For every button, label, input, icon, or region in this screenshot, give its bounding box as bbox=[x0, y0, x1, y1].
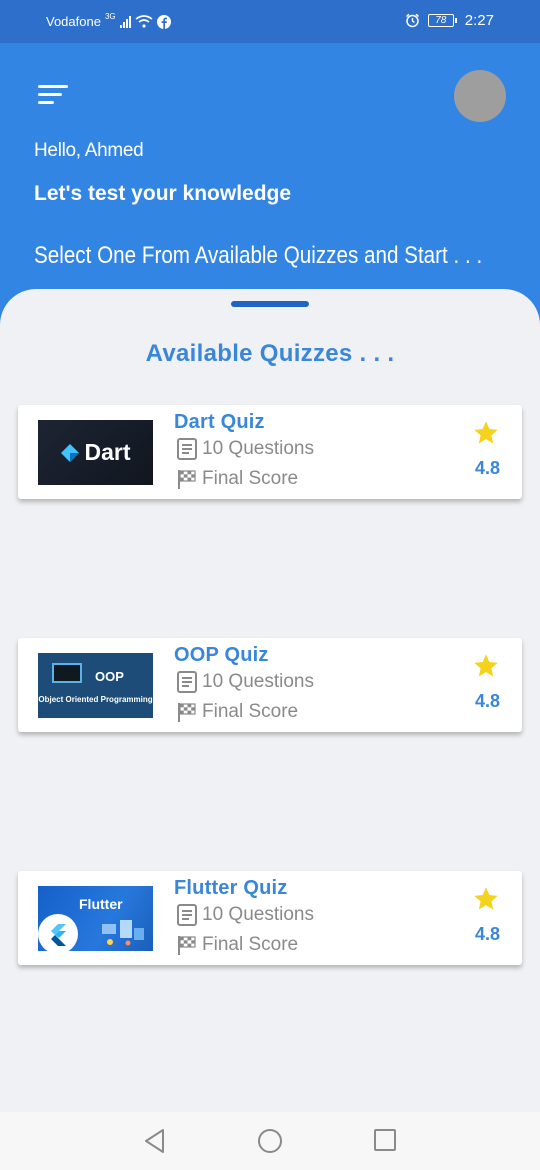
questions-count: 10 Questions bbox=[202, 671, 314, 692]
questions-count: 10 Questions bbox=[202, 438, 314, 459]
oop-thumb-label: OOP bbox=[95, 669, 124, 684]
questions-count: 10 Questions bbox=[202, 904, 314, 925]
carrier-info: Vodafone 3G bbox=[46, 12, 171, 29]
questions-row: 10 Questions bbox=[176, 437, 314, 461]
score-label: Final Score bbox=[202, 468, 299, 489]
checkered-flag-icon bbox=[178, 470, 196, 489]
rating-value: 4.8 bbox=[474, 924, 500, 944]
wifi-icon bbox=[135, 15, 153, 28]
alarm-icon bbox=[405, 13, 419, 28]
quiz-card-flutter[interactable]: Flutter Flutter Quiz 10 Questions Final … bbox=[18, 871, 522, 965]
flutter-thumbnail: Flutter bbox=[38, 886, 153, 951]
score-label: Final Score bbox=[202, 934, 299, 955]
star-icon bbox=[474, 887, 498, 910]
menu-icon[interactable] bbox=[38, 85, 68, 107]
network-type: 3G bbox=[104, 12, 116, 21]
dart-logo-icon bbox=[61, 443, 80, 462]
score-row: Final Score bbox=[176, 934, 298, 956]
carrier-name: Vodafone bbox=[46, 14, 101, 29]
quiz-title: OOP Quiz bbox=[174, 644, 269, 666]
monitor-icon bbox=[52, 663, 82, 683]
star-icon bbox=[474, 421, 498, 444]
battery-level: 78 bbox=[427, 14, 454, 27]
score-label: Final Score bbox=[202, 701, 299, 722]
document-icon bbox=[177, 671, 197, 693]
document-icon bbox=[177, 904, 197, 926]
facebook-icon bbox=[156, 14, 171, 29]
illustration-icon bbox=[102, 920, 144, 946]
oop-thumb-sublabel: Object Oriented Programming bbox=[38, 695, 153, 704]
status-right: 78 2:27 bbox=[405, 12, 494, 29]
quiz-sheet: Available Quizzes . . . Dart Dart Quiz 1… bbox=[0, 289, 540, 1112]
system-nav-bar bbox=[0, 1112, 540, 1170]
quiz-card-dart[interactable]: Dart Dart Quiz 10 Questions Final Score … bbox=[18, 405, 522, 499]
document-icon bbox=[177, 438, 197, 460]
quiz-title: Flutter Quiz bbox=[174, 877, 288, 899]
dart-thumb-label: Dart bbox=[84, 439, 131, 465]
questions-row: 10 Questions bbox=[176, 903, 314, 927]
rating-value: 4.8 bbox=[474, 691, 500, 711]
back-icon[interactable] bbox=[143, 1128, 167, 1154]
signal-icon bbox=[119, 15, 131, 28]
status-bar: Vodafone 3G 78 2:27 bbox=[0, 0, 540, 43]
subline-text: Select One From Available Quizzes and St… bbox=[34, 242, 483, 269]
questions-row: 10 Questions bbox=[176, 670, 314, 694]
checkered-flag-icon bbox=[178, 703, 196, 722]
rating-value: 4.8 bbox=[474, 458, 500, 478]
score-row: Final Score bbox=[176, 468, 298, 490]
recents-icon[interactable] bbox=[373, 1128, 397, 1152]
greeting-text: Hello, Ahmed bbox=[34, 140, 144, 161]
quiz-title: Dart Quiz bbox=[174, 411, 265, 433]
oop-thumbnail: OOP Object Oriented Programming bbox=[38, 653, 153, 718]
checkered-flag-icon bbox=[178, 936, 196, 955]
quiz-card-oop[interactable]: OOP Object Oriented Programming OOP Quiz… bbox=[18, 638, 522, 732]
battery-icon: 78 bbox=[427, 14, 457, 27]
dart-thumbnail: Dart bbox=[38, 420, 153, 485]
section-title: Available Quizzes . . . bbox=[145, 340, 395, 367]
flutter-thumb-label: Flutter bbox=[79, 896, 123, 912]
sheet-handle[interactable] bbox=[231, 301, 309, 307]
star-icon bbox=[474, 654, 498, 677]
headline-text: Let's test your knowledge bbox=[34, 182, 292, 205]
score-row: Final Score bbox=[176, 701, 298, 723]
avatar[interactable] bbox=[454, 70, 506, 122]
clock: 2:27 bbox=[464, 12, 494, 29]
home-icon[interactable] bbox=[257, 1128, 283, 1154]
flutter-logo-icon bbox=[38, 914, 78, 951]
